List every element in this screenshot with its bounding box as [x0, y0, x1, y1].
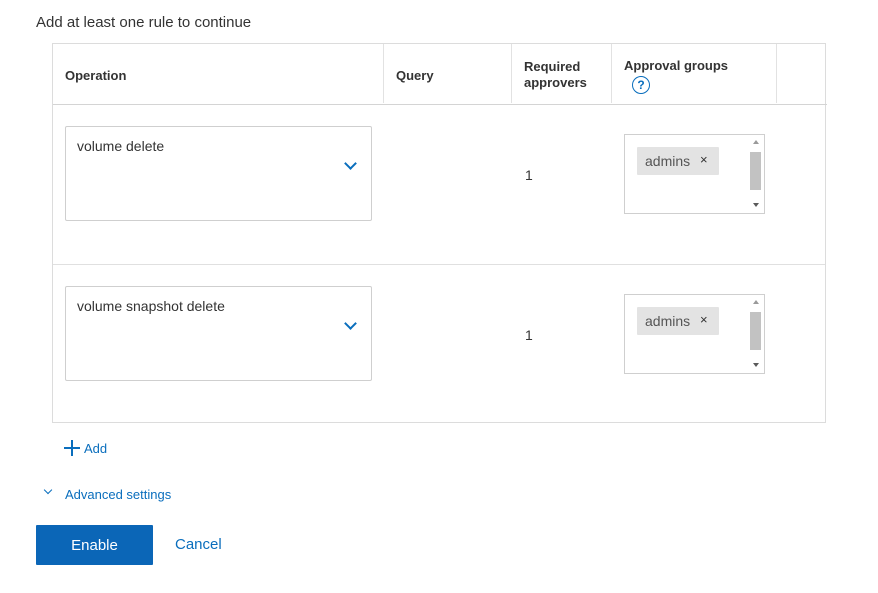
rules-table: Operation Query Required approvers Appro… [52, 43, 827, 424]
cancel-button[interactable]: Cancel [175, 536, 222, 553]
approval-groups-picker[interactable]: admins × [624, 134, 765, 214]
required-approvers-value: 1 [525, 327, 533, 343]
column-header-required-approvers: Required approvers [512, 44, 612, 103]
advanced-settings-label: Advanced settings [65, 487, 172, 502]
group-chip-label: admins [645, 153, 691, 169]
chevron-down-icon[interactable] [344, 157, 357, 170]
help-icon[interactable]: ? [632, 76, 650, 94]
section-heading: Add at least one rule to continue [36, 14, 252, 31]
plus-icon [64, 440, 80, 456]
table-row: volume snapshot delete 1 admins × [53, 264, 825, 424]
operation-select[interactable]: volume delete [65, 126, 372, 221]
column-header-required-line2: approvers [524, 75, 587, 90]
enable-button[interactable]: Enable [36, 525, 153, 565]
column-header-operation: Operation [53, 44, 384, 103]
table-row: volume delete 1 admins × [53, 104, 825, 265]
column-header-approval-groups: Approval groups ? [612, 44, 777, 103]
scroll-up-arrow-icon[interactable] [753, 140, 759, 144]
table-header: Operation Query Required approvers Appro… [53, 44, 827, 105]
close-icon[interactable]: × [700, 312, 708, 327]
operation-select-value: volume delete [77, 138, 165, 154]
column-header-actions [777, 44, 827, 103]
scrollbar-thumb[interactable] [750, 152, 761, 190]
scrollbar[interactable] [748, 295, 764, 373]
required-approvers-value: 1 [525, 167, 533, 183]
group-chip: admins × [637, 147, 719, 175]
scrollbar-thumb[interactable] [750, 312, 761, 350]
scroll-down-arrow-icon[interactable] [753, 203, 759, 207]
operation-select[interactable]: volume snapshot delete [65, 286, 372, 381]
operation-select-value: volume snapshot delete [77, 298, 225, 314]
close-icon[interactable]: × [700, 152, 708, 167]
advanced-settings-toggle[interactable]: Advanced settings [42, 485, 242, 505]
column-header-approval-groups-label: Approval groups [624, 58, 729, 73]
column-header-required-line1: Required [524, 59, 581, 74]
group-chip: admins × [637, 307, 719, 335]
chevron-down-icon [43, 485, 53, 495]
approval-groups-picker[interactable]: admins × [624, 294, 765, 374]
scrollbar[interactable] [748, 135, 764, 213]
scroll-down-arrow-icon[interactable] [753, 363, 759, 367]
chevron-down-icon[interactable] [344, 317, 357, 330]
group-chip-label: admins [645, 313, 691, 329]
column-header-query: Query [384, 44, 512, 103]
scroll-up-arrow-icon[interactable] [753, 300, 759, 304]
add-rule-label: Add [84, 441, 108, 456]
